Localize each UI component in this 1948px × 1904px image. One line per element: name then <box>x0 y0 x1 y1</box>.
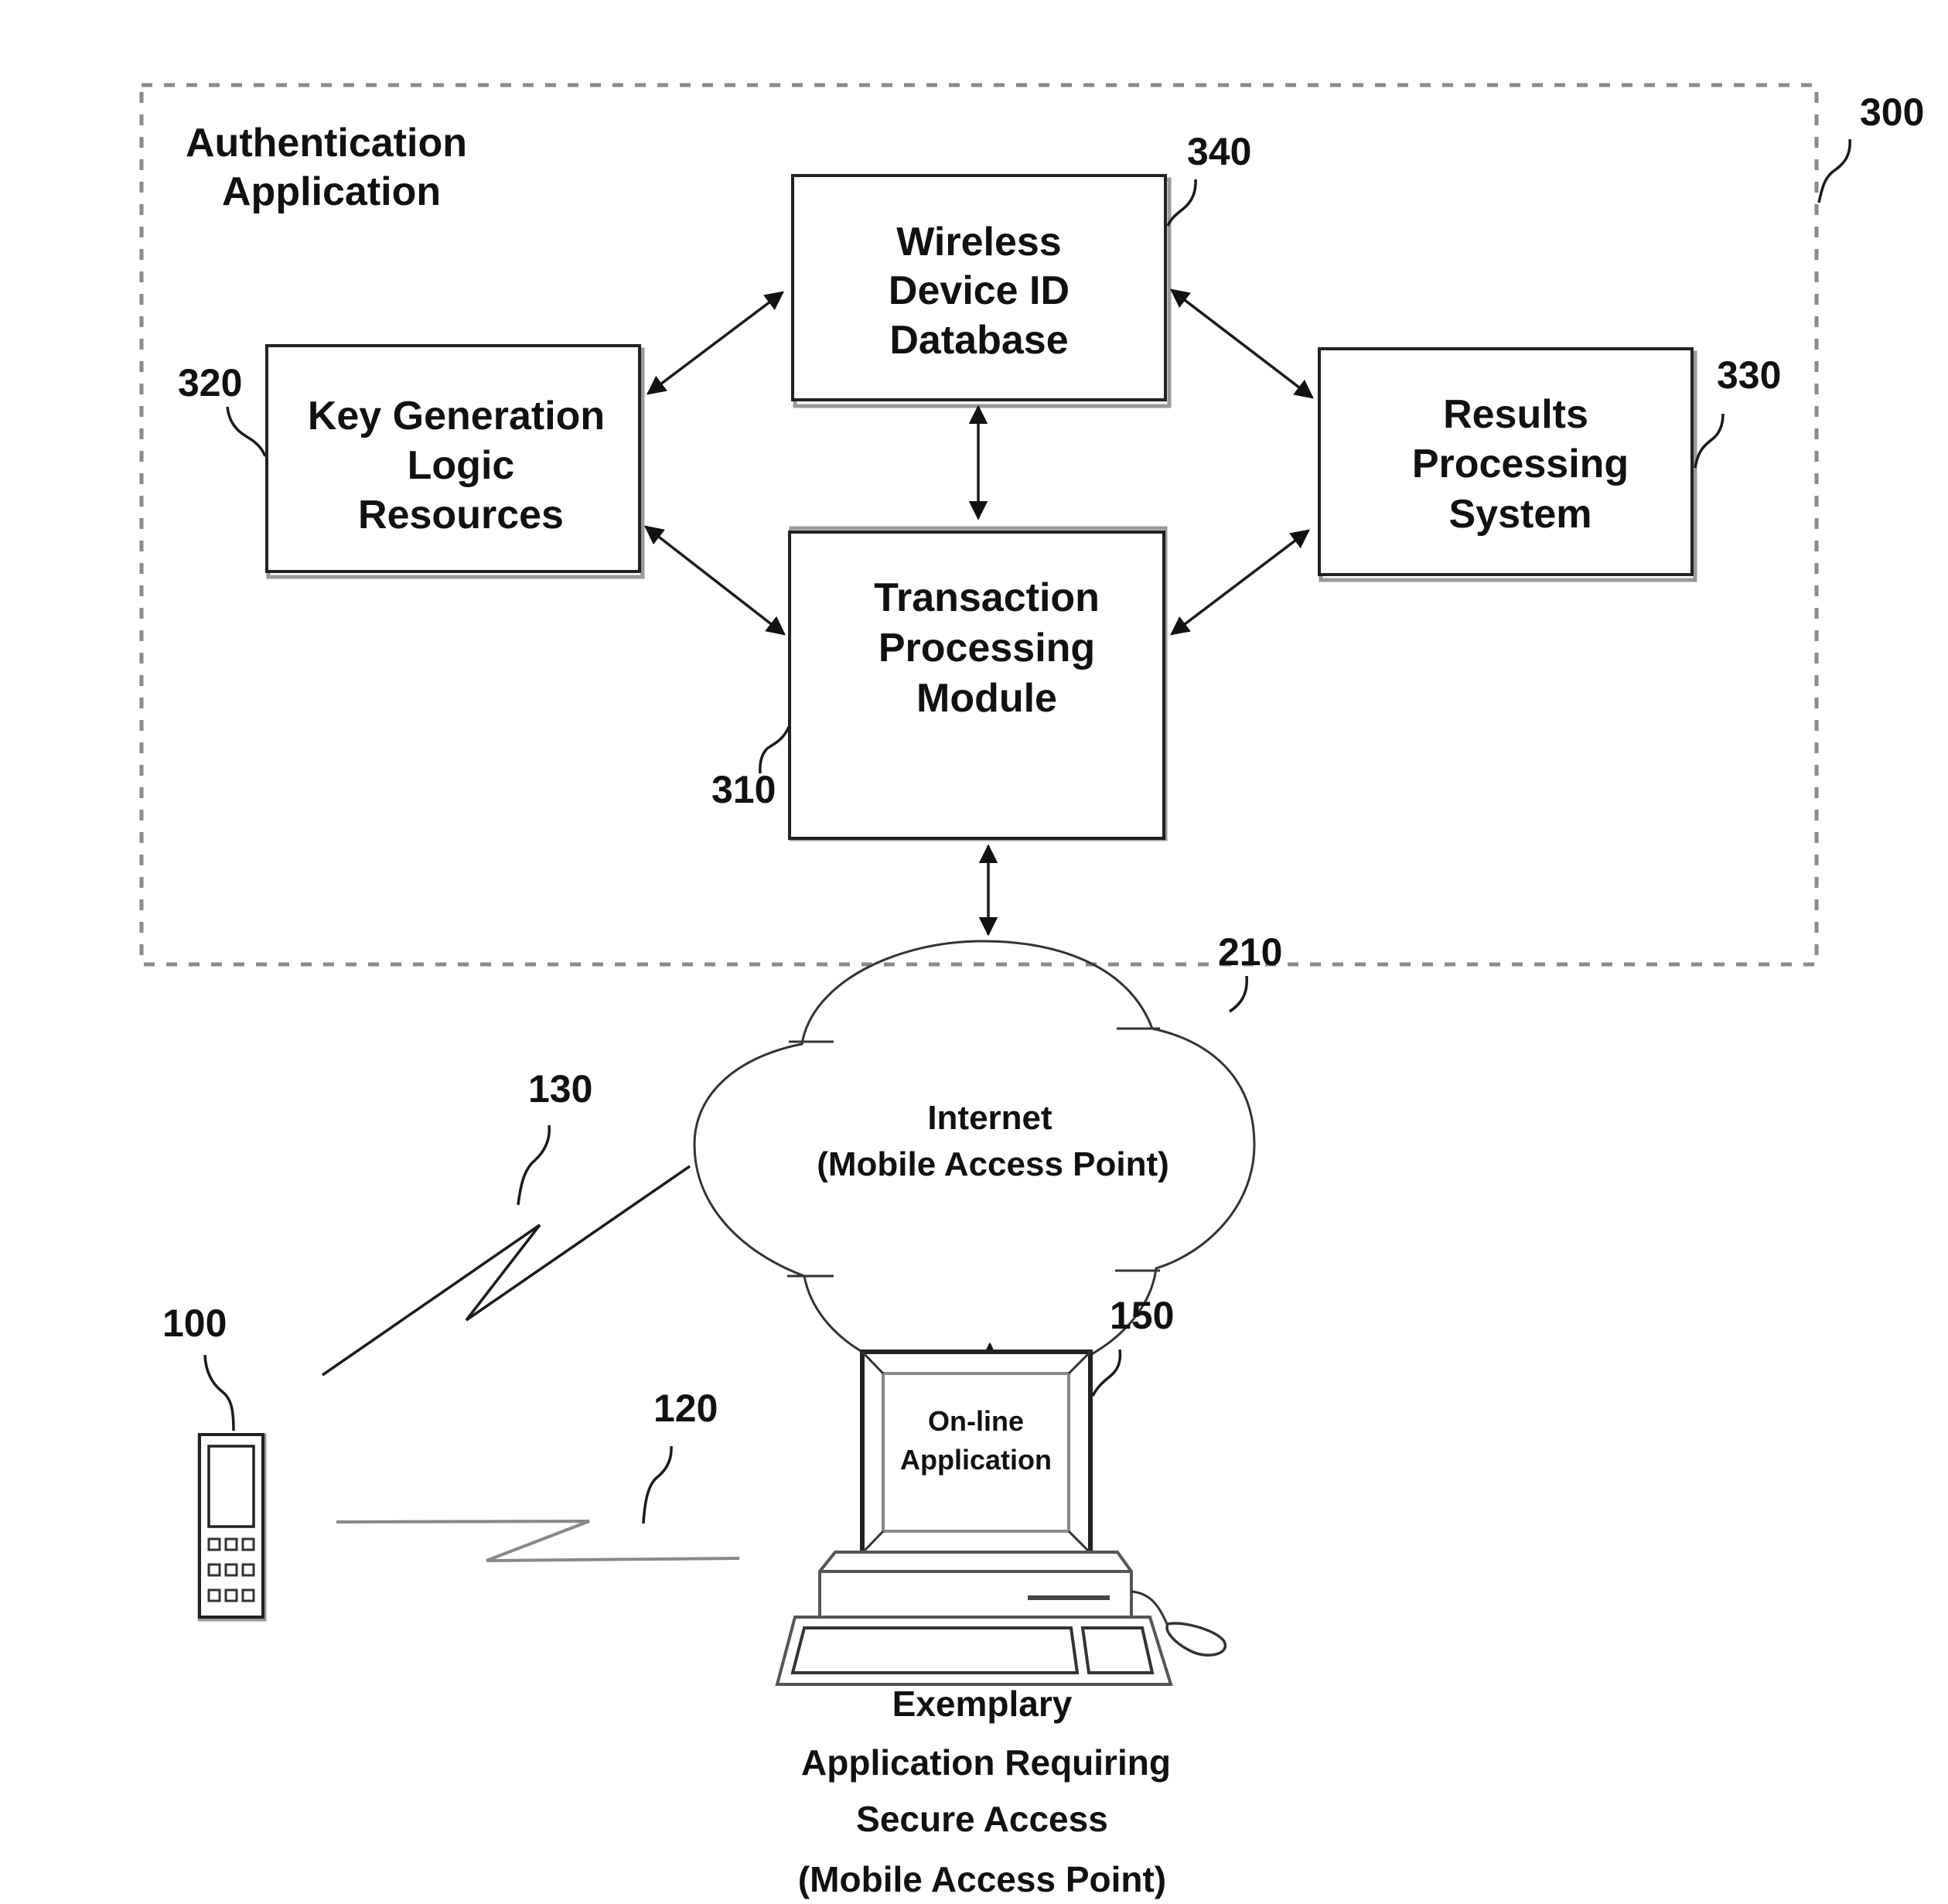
screen-line-1: On-line <box>928 1405 1024 1437</box>
ref-label-340: 340 <box>1187 130 1251 173</box>
wireless-link-120 <box>336 1520 740 1562</box>
caption-line-2: Application Requiring <box>801 1742 1171 1783</box>
box-320-line-2: Logic <box>408 443 515 488</box>
desktop-computer-icon[interactable]: On-line Application <box>775 1350 1226 1686</box>
leader-line-100 <box>203 1354 235 1431</box>
box-330-line-1: Results <box>1443 392 1588 437</box>
box-310-line-1: Transaction <box>874 575 1100 620</box>
leader-line-130 <box>517 1124 551 1206</box>
wireless-link-130 <box>322 1165 691 1377</box>
screen-line-2: Application <box>900 1444 1052 1476</box>
arrow-320-340 <box>646 291 784 395</box>
box-330-line-3: System <box>1449 492 1592 537</box>
ref-label-120: 120 <box>653 1387 718 1430</box>
box-340-line-2: Device ID <box>889 268 1070 313</box>
box-310-line-2: Processing <box>878 626 1095 670</box>
cloud-line-1: Internet <box>927 1099 1052 1137</box>
caption-line-3: Secure Access <box>856 1799 1108 1839</box>
leader-line-300 <box>1817 138 1851 203</box>
box-320-line-3: Resources <box>358 493 564 537</box>
ref-label-150: 150 <box>1110 1294 1174 1337</box>
ref-label-330: 330 <box>1717 353 1781 397</box>
box-340-line-1: Wireless <box>896 220 1061 264</box>
box-340-line-3: Database <box>889 318 1068 363</box>
ref-label-100: 100 <box>162 1302 227 1345</box>
key-generation-logic-resources-box[interactable]: Key Generation Logic Resources <box>265 344 645 579</box>
leader-line-340 <box>1166 179 1197 227</box>
leader-line-320 <box>226 406 267 457</box>
arrow-320-310 <box>644 525 786 636</box>
cloud-line-2: (Mobile Access Point) <box>817 1145 1169 1183</box>
arrow-340-330 <box>1170 288 1314 399</box>
caption-line-1: Exemplary <box>892 1684 1073 1724</box>
box-330-line-2: Processing <box>1412 442 1629 486</box>
patent-diagram: Authentication Application 300 Wireless … <box>139 83 1924 1899</box>
container-title-line-2: Application <box>222 169 441 214</box>
arrow-310-330 <box>1170 529 1310 636</box>
computer-caption: Exemplary Application Requiring Secure A… <box>798 1684 1171 1899</box>
wireless-device-id-database-box[interactable]: Wireless Device ID Database <box>791 174 1172 408</box>
leader-line-310 <box>759 726 790 774</box>
leader-line-120 <box>642 1445 673 1524</box>
caption-line-4: (Mobile Access Point) <box>798 1859 1166 1899</box>
leader-line-330 <box>1694 413 1725 469</box>
container-title-line-1: Authentication <box>186 121 467 165</box>
ref-label-320: 320 <box>178 361 242 404</box>
results-processing-system-box[interactable]: Results Processing System <box>1318 347 1697 582</box>
box-320-line-1: Key Generation <box>308 394 605 438</box>
transaction-processing-module-box[interactable]: Transaction Processing Module <box>788 526 1168 841</box>
leader-line-210 <box>1229 975 1248 1013</box>
ref-label-130: 130 <box>528 1067 592 1111</box>
ref-label-300: 300 <box>1860 90 1924 134</box>
box-310-line-3: Module <box>916 676 1057 721</box>
ref-label-310: 310 <box>711 768 776 811</box>
leader-line-150 <box>1091 1349 1122 1397</box>
ref-label-210: 210 <box>1218 930 1282 974</box>
mobile-phone-icon[interactable] <box>197 1433 267 1622</box>
